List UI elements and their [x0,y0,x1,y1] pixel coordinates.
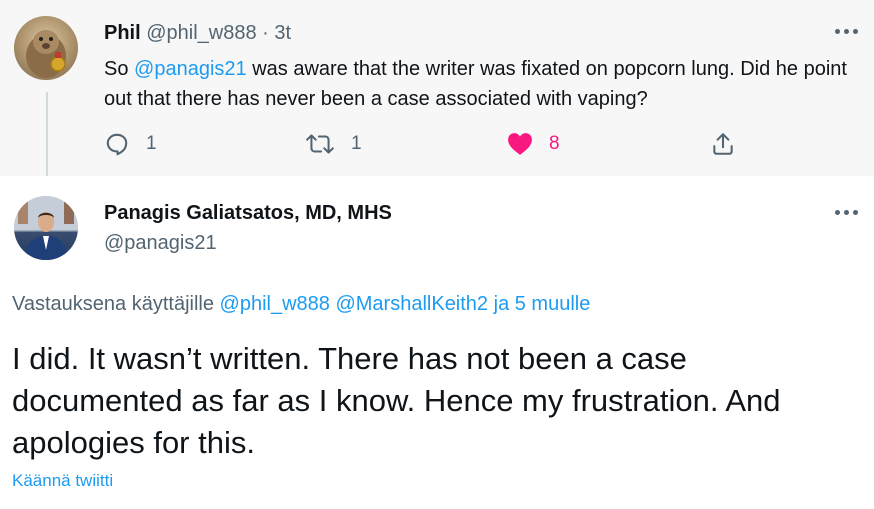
replying-others-link[interactable]: ja 5 muulle [494,293,591,315]
reply-header: Phil @phil_w888 · 3t [104,21,291,45]
like-button[interactable]: 8 [507,130,560,158]
heart-icon [508,133,532,155]
groundhog-avatar-icon [26,30,66,78]
reply-button[interactable]: 1 [104,130,157,158]
handle[interactable]: @panagis21 [104,230,217,256]
reply-text-before: So [104,58,135,80]
retweet-icon [306,134,334,154]
retweet-button[interactable]: 1 [305,130,362,158]
more-icon[interactable] [833,26,859,36]
more-icon[interactable] [833,207,859,217]
replying-prefix: Vastauksena käyttäjille [12,293,214,315]
reply-text: So @panagis21 was aware that the writer … [104,54,854,114]
display-name[interactable]: Panagis Galiatsatos, MD, MHS [104,200,392,226]
reply-tweet[interactable]: Phil @phil_w888 · 3t So @panagis21 was a… [0,0,874,176]
replying-to: Vastauksena käyttäjille @phil_w888 @Mars… [12,291,590,317]
reply-icon [106,133,128,156]
avatar[interactable] [14,16,78,80]
separator: · [262,22,269,44]
like-count: 8 [549,133,560,154]
share-button[interactable] [710,130,736,158]
avatar[interactable] [14,196,78,260]
display-name[interactable]: Phil [104,22,141,44]
person-avatar-icon [14,196,78,260]
handle[interactable]: @phil_w888 [146,22,256,44]
translate-link[interactable]: Käännä twiitti [12,470,113,492]
timestamp[interactable]: 3t [274,22,291,44]
thread-line [46,92,48,176]
mention-link[interactable]: @phil_w888 [220,293,330,315]
tweet-text: I did. It wasn’t written. There has not … [12,341,781,460]
reply-count: 1 [146,133,157,154]
retweet-count: 1 [351,133,362,154]
share-icon [713,133,733,155]
mention-link[interactable]: @MarshallKeith2 [335,293,488,315]
mention-link[interactable]: @panagis21 [134,58,247,80]
